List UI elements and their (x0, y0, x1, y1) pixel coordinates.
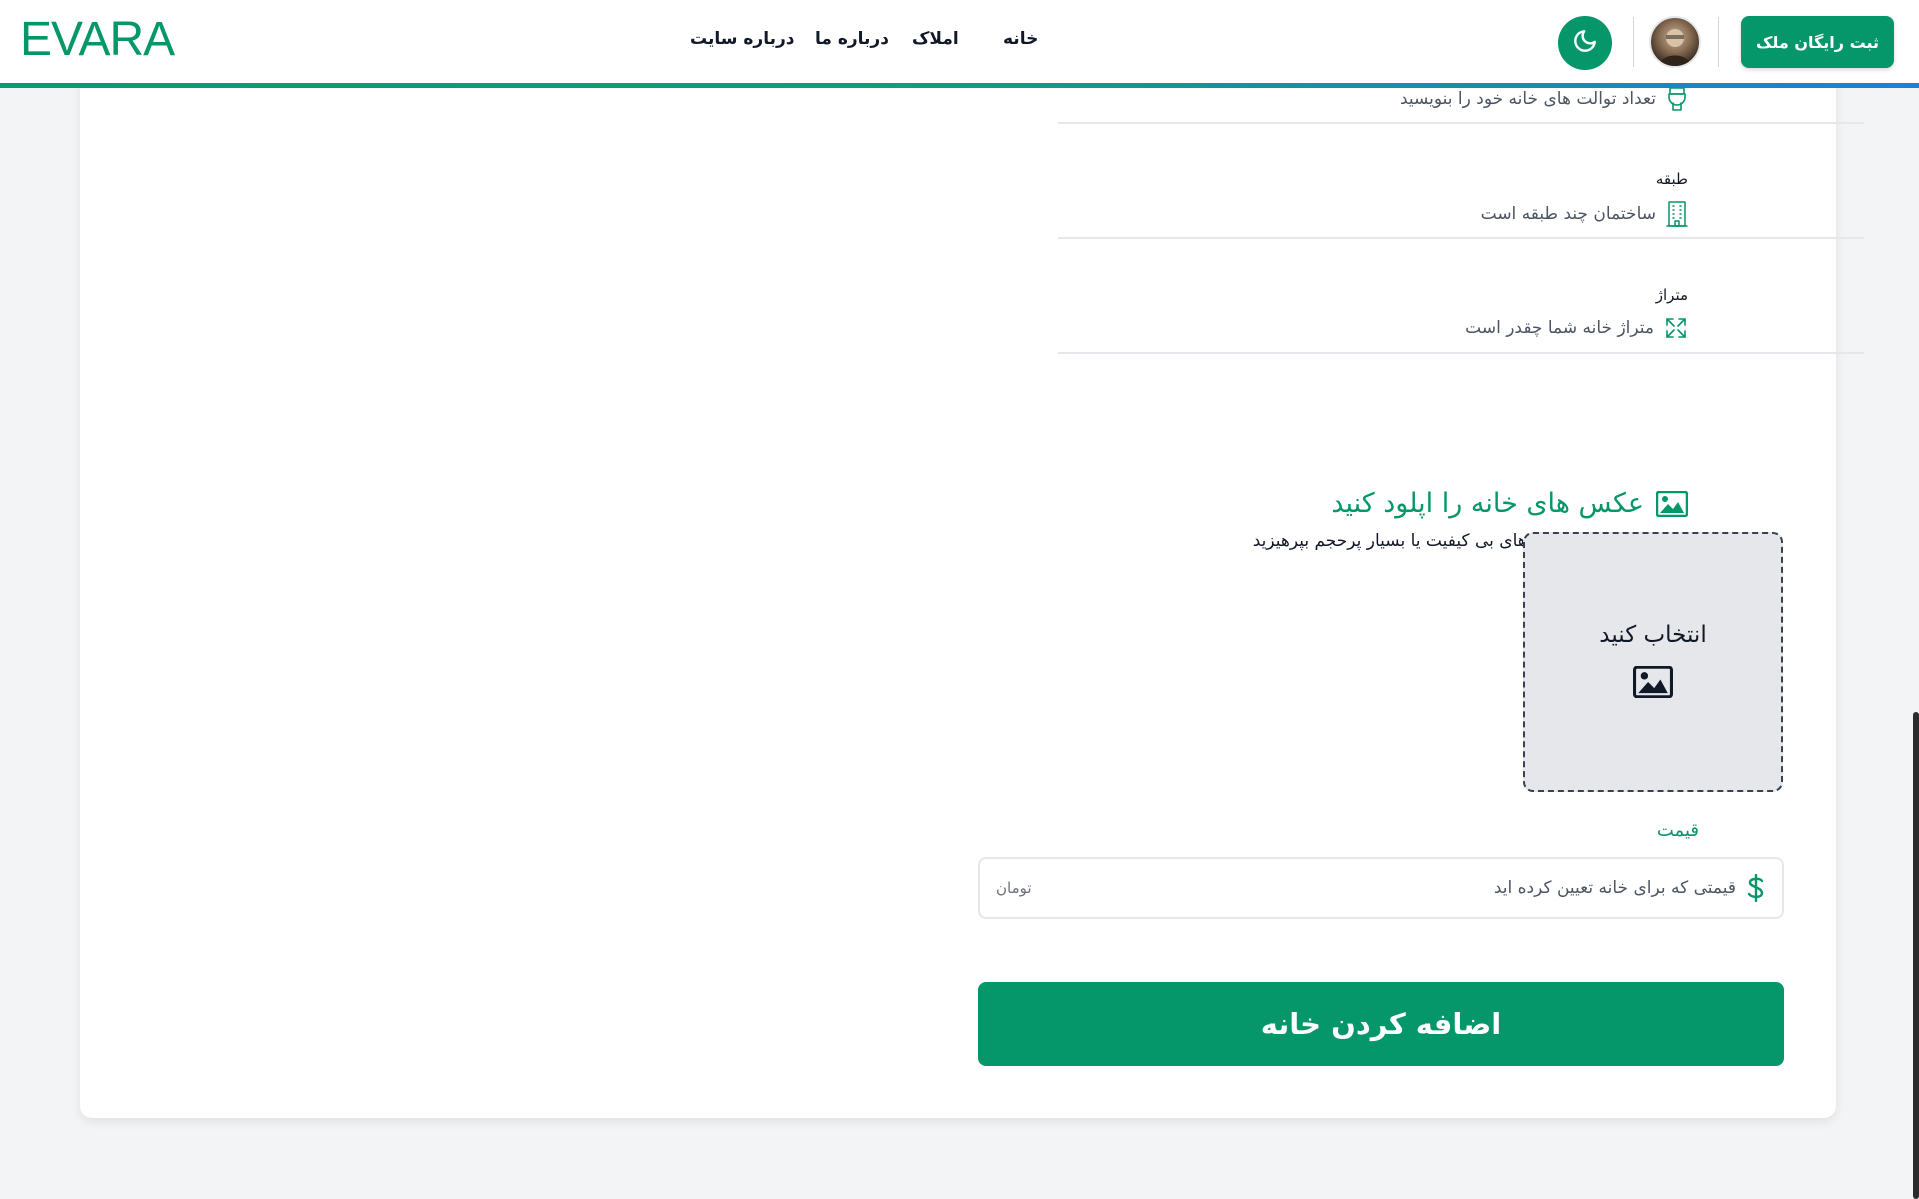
header-divider (1633, 17, 1634, 67)
dropzone-label: انتخاب کنید (1599, 622, 1707, 648)
area-field[interactable]: متراژ خانه شما چقدر است (1465, 316, 1688, 340)
dollar-icon (1746, 874, 1766, 902)
nav-about-site[interactable]: درباره سایت (690, 29, 795, 49)
price-label: قیمت (1656, 820, 1699, 841)
scrollbar[interactable] (1913, 712, 1919, 1199)
floor-placeholder: ساختمان چند طبقه است (1480, 204, 1656, 224)
avatar[interactable] (1649, 16, 1701, 68)
toilets-underline (1058, 122, 1864, 124)
area-underline (1058, 352, 1864, 354)
area-placeholder: متراژ خانه شما چقدر است (1465, 318, 1654, 338)
header-accent-bar (0, 83, 1919, 88)
floor-label: طبقه (1655, 170, 1688, 188)
price-placeholder: قیمتی که برای خانه تعیین کرده اید (1493, 878, 1736, 898)
toilets-placeholder: تعداد توالت های خانه خود را بنویسید (1399, 89, 1656, 109)
image-icon (1656, 490, 1688, 517)
image-upload-dropzone[interactable]: انتخاب کنید (1523, 532, 1783, 792)
floor-field[interactable]: ساختمان چند طبقه است (1481, 200, 1688, 228)
expand-icon (1664, 316, 1688, 340)
price-input[interactable]: قیمتی که برای خانه تعیین کرده اید تومان (978, 857, 1784, 919)
moon-icon (1572, 28, 1598, 58)
register-property-button[interactable]: ثبت رایگان ملک (1741, 16, 1894, 68)
header: EVARA خانه املاک درباره ما درباره سایت ث… (0, 0, 1919, 88)
image-icon (1633, 665, 1673, 702)
area-label: متراژ (1655, 286, 1688, 304)
header-divider (1718, 17, 1719, 67)
theme-toggle-button[interactable] (1558, 16, 1612, 70)
add-house-button[interactable]: اضافه کردن خانه (978, 982, 1784, 1066)
upload-title-text: عکس های خانه را اپلود کنید (1331, 488, 1644, 519)
upload-title: عکس های خانه را اپلود کنید (1331, 488, 1688, 519)
form-card: تعداد توالت های خانه خود را بنویسید طبقه… (80, 60, 1864, 1118)
nav-about-us[interactable]: درباره ما (815, 29, 889, 49)
nav-home[interactable]: خانه (1003, 29, 1038, 49)
toilets-field[interactable]: تعداد توالت های خانه خود را بنویسید (1400, 86, 1688, 112)
floor-underline (1058, 237, 1864, 239)
nav-properties[interactable]: املاک (912, 29, 959, 49)
price-unit: تومان (996, 879, 1032, 897)
building-icon (1666, 200, 1688, 228)
toilet-icon (1666, 86, 1688, 112)
logo[interactable]: EVARA (20, 12, 175, 67)
